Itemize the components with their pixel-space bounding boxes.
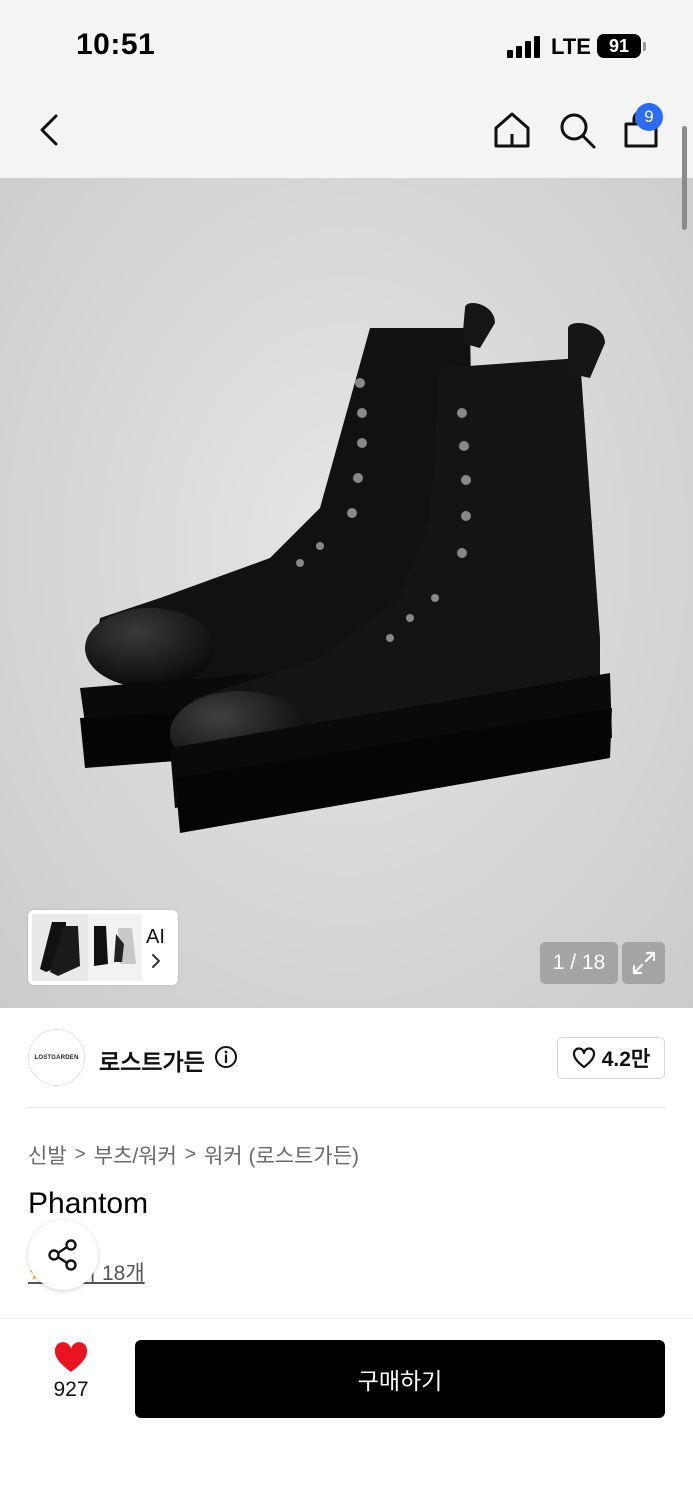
breadcrumb-separator: > <box>184 1144 196 1165</box>
scroll-indicator[interactable] <box>682 126 687 230</box>
expand-icon <box>632 951 655 975</box>
search-button[interactable] <box>553 106 601 154</box>
breadcrumb-item-shoes[interactable]: 신발 <box>28 1140 67 1170</box>
cart-count-badge: 9 <box>635 103 663 131</box>
network-type: LTE <box>551 34 591 59</box>
ai-label: AI <box>146 926 165 948</box>
info-icon[interactable] <box>214 1045 238 1069</box>
brand-logo[interactable]: LOSTGARDEN <box>28 1029 85 1086</box>
share-button[interactable] <box>28 1220 98 1290</box>
search-icon <box>560 113 596 149</box>
breadcrumb-item-walker[interactable]: 워커 (로스트가든) <box>204 1140 359 1170</box>
chevron-right-icon <box>152 954 160 968</box>
chevron-left-icon <box>40 114 58 146</box>
back-button[interactable] <box>28 108 72 152</box>
heart-outline-icon <box>572 1047 595 1069</box>
home-icon <box>494 112 530 148</box>
home-button[interactable] <box>488 106 536 154</box>
brand-name[interactable]: 로스트가든 <box>99 1043 205 1077</box>
heart-filled-icon <box>54 1342 88 1372</box>
battery-tip <box>643 42 646 51</box>
image-counter: 1 / 18 <box>540 942 618 984</box>
wishlist-button[interactable]: 927 <box>36 1342 106 1416</box>
breadcrumb-item-boots[interactable]: 부츠/워커 <box>94 1140 177 1170</box>
signal-icon <box>507 36 543 58</box>
status-bar: 10:51 LTE 91 <box>0 0 693 90</box>
status-time: 10:51 <box>76 28 156 61</box>
boots-thumbnail <box>32 914 142 981</box>
share-icon <box>48 1239 77 1271</box>
brand-logo-text: LOSTGARDEN <box>34 1054 79 1061</box>
buy-button[interactable]: 구매하기 <box>135 1340 665 1418</box>
wishlist-count: 927 <box>53 1378 89 1401</box>
battery-icon: 91 <box>597 34 641 58</box>
product-title: Phantom <box>28 1187 149 1220</box>
divider <box>28 1107 665 1108</box>
product-image-gallery[interactable] <box>0 178 693 1008</box>
brand-like-count: 4.2만 <box>601 1048 651 1071</box>
expand-image-button[interactable] <box>622 942 665 984</box>
breadcrumb: 신발 > 부츠/워커 > 워커 (로스트가든) <box>28 1140 359 1170</box>
product-image <box>80 303 612 833</box>
brand-like-button[interactable]: 4.2만 <box>557 1037 665 1079</box>
top-nav-bar <box>0 90 693 178</box>
breadcrumb-separator: > <box>74 1144 86 1165</box>
